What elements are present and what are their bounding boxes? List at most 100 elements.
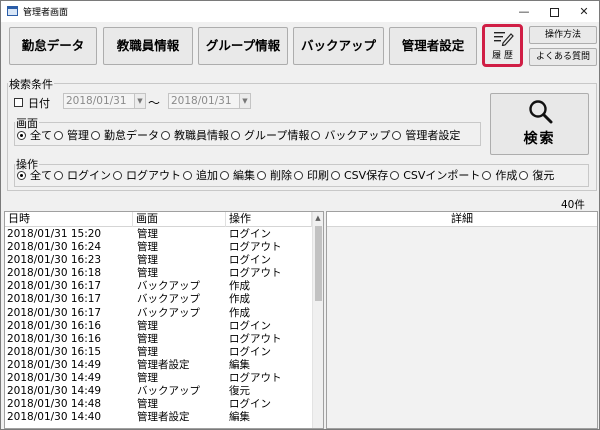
operation-radio-option[interactable]: 追加 [183, 167, 218, 183]
table-row[interactable]: 2018/01/31 15:20 管理 ログイン [5, 228, 312, 241]
operation-radio-button[interactable] [331, 170, 340, 180]
date-from-value: 2018/01/31 [66, 95, 127, 107]
operation-radio-option[interactable]: 復元 [519, 167, 554, 183]
search-button-label: 検索 [523, 131, 556, 147]
operation-radio-option[interactable]: CSV保存 [331, 167, 388, 183]
screen-radio-option[interactable]: 教職員情報 [161, 127, 229, 143]
maximize-button[interactable] [539, 1, 569, 22]
admin-settings-button[interactable]: 管理者設定 [389, 27, 477, 65]
operation-radio-option[interactable]: CSVインポート [390, 167, 480, 183]
screen-radio-label: バックアップ [324, 129, 391, 142]
operation-radio-option[interactable]: ログイン [54, 167, 111, 183]
operation-radio-button[interactable] [113, 170, 122, 180]
column-header-datetime[interactable]: 日時 [5, 212, 133, 227]
table-row[interactable]: 2018/01/30 16:16 管理 ログイン [5, 320, 312, 333]
screen-radio-option[interactable]: バックアップ [311, 127, 390, 143]
history-list[interactable]: 日時 画面 操作 2018/01/31 15:20 管理 ログイン 2018/01/3… [4, 211, 324, 429]
cell-operation: ログアウト [229, 267, 282, 280]
table-row[interactable]: 2018/01/30 14:49 管理 ログアウト [5, 372, 312, 385]
date-to-value: 2018/01/31 [171, 95, 232, 107]
operation-radio-option[interactable]: 全て [17, 167, 52, 183]
screen-radio-label: グループ情報 [244, 129, 310, 142]
attendance-data-button[interactable]: 勤怠データ [9, 27, 97, 65]
cell-screen: 管理 [137, 267, 158, 280]
screen-radio-option[interactable]: 勤怠データ [91, 127, 159, 143]
screen-radio-button[interactable] [91, 130, 100, 140]
operation-radio-label: CSVインポート [403, 169, 481, 182]
screen-radio-option[interactable]: 全て [17, 127, 52, 143]
date-to-picker[interactable]: 2018/01/31 ▼ [168, 93, 251, 109]
backup-button[interactable]: バックアップ [293, 27, 384, 65]
search-button[interactable]: 検索 [490, 93, 589, 155]
screen-radio-button[interactable] [311, 130, 321, 140]
operation-radio-button[interactable] [294, 170, 303, 180]
minimize-button[interactable]: — [509, 1, 539, 22]
table-row[interactable]: 2018/01/30 16:23 管理 ログイン [5, 254, 312, 267]
scroll-up-icon[interactable]: ▲ [313, 214, 323, 222]
operation-radio-option[interactable]: 作成 [482, 167, 517, 183]
cell-screen: 管理 [137, 332, 158, 345]
table-row[interactable]: 2018/01/30 16:18 管理 ログアウト [5, 267, 312, 280]
table-row[interactable]: 2018/01/30 14:49 管理者設定 編集 [5, 359, 312, 372]
operation-radio-button[interactable] [390, 170, 400, 180]
screen-radio-button[interactable] [231, 130, 240, 140]
search-icon [529, 100, 553, 124]
date-from-picker[interactable]: 2018/01/31 ▼ [63, 93, 146, 109]
column-header-screen[interactable]: 画面 [133, 212, 226, 227]
detail-header: 詳細 [327, 212, 597, 227]
screen-radio-button[interactable] [392, 130, 402, 140]
cell-datetime: 2018/01/30 14:48 [7, 398, 102, 411]
cell-screen: 管理者設定 [137, 358, 190, 371]
close-button[interactable]: ✕ [569, 1, 599, 22]
staff-info-button[interactable]: 教職員情報 [103, 27, 193, 65]
operation-radio-button[interactable] [183, 170, 192, 180]
operation-radio-label: ログイン [67, 169, 111, 182]
table-row[interactable]: 2018/01/30 14:48 管理 ログイン [5, 398, 312, 411]
operation-radio-button[interactable] [220, 170, 229, 180]
table-row[interactable]: 2018/01/30 16:17 バックアップ 作成 [5, 307, 312, 320]
table-row[interactable]: 2018/01/30 14:40 管理者設定 編集 [5, 411, 312, 424]
cell-screen: バックアップ [137, 306, 200, 319]
table-row[interactable]: 2018/01/30 16:17 バックアップ 作成 [5, 280, 312, 293]
screen-radio-button[interactable] [54, 130, 63, 140]
cell-operation: ログイン [229, 398, 271, 411]
chevron-down-icon: ▼ [134, 94, 145, 108]
operation-radio-label: 印刷 [307, 169, 329, 182]
table-row[interactable]: 2018/01/30 16:17 バックアップ 作成 [5, 293, 312, 306]
result-count: 40件 [561, 199, 585, 211]
scrollbar-thumb[interactable] [315, 226, 322, 301]
operation-radio-option[interactable]: 削除 [257, 167, 292, 183]
operation-radio-button[interactable] [54, 170, 63, 180]
screen-radio-option[interactable]: 管理者設定 [392, 127, 460, 143]
cell-operation: ログイン [229, 254, 271, 267]
cell-datetime: 2018/01/30 16:16 [7, 319, 102, 332]
cell-operation: 編集 [229, 358, 250, 371]
table-row[interactable]: 2018/01/30 16:15 管理 ログイン [5, 346, 312, 359]
table-row[interactable]: 2018/01/30 16:16 管理 ログアウト [5, 333, 312, 346]
table-row[interactable]: 2018/01/30 14:49 バックアップ 復元 [5, 385, 312, 398]
operation-radio-option[interactable]: 編集 [220, 167, 255, 183]
cell-datetime: 2018/01/30 16:16 [7, 332, 102, 345]
history-button[interactable]: 履 歴 [482, 24, 523, 67]
operation-radio-button[interactable] [482, 170, 492, 180]
operation-radio-button[interactable] [519, 170, 529, 180]
operation-radio-option[interactable]: 印刷 [294, 167, 329, 183]
column-header-operation[interactable]: 操作 [226, 212, 312, 227]
cell-screen: 管理 [137, 228, 158, 240]
table-row[interactable]: 2018/01/30 16:24 管理 ログアウト [5, 241, 312, 254]
how-to-button[interactable]: 操作方法 [529, 26, 597, 44]
screen-radio-button[interactable] [161, 130, 170, 140]
operation-radio-option[interactable]: ログアウト [113, 167, 181, 183]
operation-radio-button[interactable] [257, 170, 266, 180]
cell-datetime: 2018/01/30 16:17 [7, 280, 102, 293]
date-checkbox[interactable] [14, 98, 23, 107]
screen-radio-option[interactable]: 管理 [54, 127, 89, 143]
faq-button[interactable]: よくある質問 [529, 48, 597, 66]
list-scrollbar[interactable]: ▲ [312, 212, 323, 428]
cell-operation: ログイン [229, 345, 271, 358]
cell-screen: バックアップ [137, 293, 200, 306]
group-info-button[interactable]: グループ情報 [198, 27, 288, 65]
screen-radio-option[interactable]: グループ情報 [231, 127, 309, 143]
operation-radio-button[interactable] [17, 170, 26, 180]
screen-radio-button[interactable] [17, 130, 26, 140]
